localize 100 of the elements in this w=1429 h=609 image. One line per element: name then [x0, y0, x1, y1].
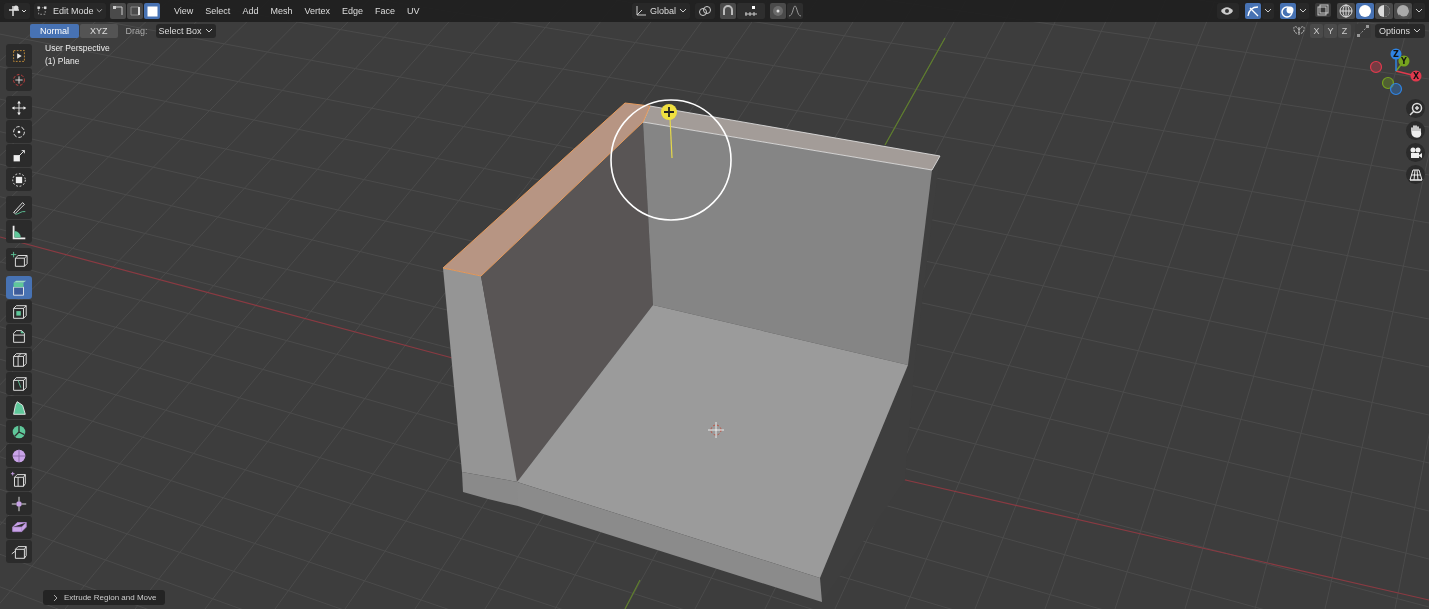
pan-button[interactable] — [1406, 121, 1425, 140]
tool-button[interactable] — [6, 168, 32, 191]
menu-item[interactable]: Select — [199, 3, 237, 19]
orientation-dropdown[interactable]: Global — [632, 3, 690, 19]
tool-button[interactable] — [6, 300, 32, 323]
view-perspective-label: User Perspective — [45, 43, 110, 53]
shading-mode-button[interactable] — [1337, 3, 1355, 19]
solid-sphere-icon — [1357, 3, 1373, 19]
tool-button[interactable] — [6, 348, 32, 371]
mirror-axis-toggle[interactable]: Z — [1337, 24, 1351, 38]
butterfly-icon — [1291, 24, 1306, 38]
shading-mode-button[interactable] — [1394, 3, 1412, 19]
merge-vertices-icon — [1355, 24, 1370, 38]
poly-build-icon — [10, 398, 28, 417]
drag-dropdown[interactable]: Select Box — [155, 24, 216, 38]
transform-icon — [10, 170, 28, 189]
shading-dropdown[interactable] — [1413, 3, 1425, 19]
xray-toggle[interactable] — [1315, 3, 1331, 17]
tool-button[interactable] — [6, 96, 32, 119]
edge-select-icon — [128, 3, 142, 19]
last-operator-panel[interactable]: Extrude Region and Move — [43, 590, 165, 605]
tool-button[interactable] — [6, 372, 32, 395]
edge-slide-icon — [10, 470, 28, 489]
overlapping-circles-icon — [1281, 4, 1295, 18]
tool-button[interactable] — [6, 420, 32, 443]
shaded-sphere-icon — [1376, 3, 1392, 19]
perspective-toggle-button[interactable] — [1406, 165, 1425, 184]
editor-type-button[interactable] — [4, 3, 30, 19]
tool-button[interactable] — [6, 248, 32, 271]
mesh-vertices-icon — [37, 5, 47, 17]
mode-dropdown[interactable]: Edit Mode — [34, 3, 106, 19]
caret-icon — [204, 28, 213, 34]
menu-item[interactable]: Face — [368, 3, 401, 19]
active-object-label: (1) Plane — [45, 56, 81, 66]
mirror-axis-toggle[interactable]: Y — [1323, 24, 1337, 38]
extrude-icon — [10, 278, 28, 297]
menu-item[interactable]: Edge — [335, 3, 369, 19]
menu-item[interactable]: Vertex — [298, 3, 336, 19]
menu-item[interactable]: UV — [400, 3, 426, 19]
add-cube-icon — [10, 250, 28, 269]
tool-button[interactable] — [6, 492, 32, 515]
magnet-icon — [721, 4, 735, 18]
editor-type-icon — [7, 4, 27, 18]
orientation-option[interactable]: XYZ — [80, 24, 118, 38]
linked-circles-icon — [698, 5, 712, 17]
select-mode-button[interactable] — [110, 3, 126, 19]
snap-target-dropdown[interactable] — [737, 3, 765, 19]
zoom-button[interactable] — [1406, 99, 1425, 118]
overlay-toggle[interactable] — [1280, 3, 1296, 19]
falloff-dropdown[interactable] — [787, 3, 803, 19]
falloff-curve-icon — [788, 5, 802, 17]
menu-item[interactable]: Add — [236, 3, 265, 19]
visibility-dropdown[interactable] — [1217, 3, 1239, 19]
tool-button[interactable] — [6, 144, 32, 167]
tool-button[interactable] — [6, 516, 32, 539]
orientation-option[interactable]: Normal — [30, 24, 79, 38]
grid-icon — [1408, 167, 1423, 182]
loop-cut-icon — [10, 350, 28, 369]
tool-button[interactable] — [6, 324, 32, 347]
menu-item[interactable]: View — [168, 3, 200, 19]
axes-icon — [635, 5, 647, 17]
shading-mode-button[interactable] — [1356, 3, 1374, 19]
tool-button[interactable] — [6, 396, 32, 419]
knife-cube-icon — [10, 374, 28, 393]
tool-button[interactable] — [6, 540, 32, 563]
tool-button[interactable] — [6, 196, 32, 219]
gizmo-dropdown[interactable] — [1262, 3, 1274, 19]
overlay-dropdown[interactable] — [1297, 3, 1309, 19]
pivot-dropdown[interactable] — [695, 3, 715, 19]
tool-button[interactable] — [6, 444, 32, 467]
tool-button[interactable] — [6, 468, 32, 491]
caret-icon — [1299, 8, 1307, 14]
gizmo-arrows-icon — [1246, 4, 1260, 18]
3d-cursor-icon — [707, 421, 725, 439]
drag-label: Drag: — [125, 26, 148, 36]
snap-toggle[interactable] — [720, 3, 736, 19]
rendered-sphere-icon — [1395, 3, 1411, 19]
proportional-edit-toggle[interactable] — [770, 3, 786, 19]
eye-pointer-icon — [1220, 5, 1236, 17]
select-mode-button[interactable] — [127, 3, 143, 19]
caret-icon — [1413, 28, 1421, 34]
caret-icon — [96, 8, 103, 14]
shrink-arrows-icon — [10, 494, 28, 513]
target-circle-icon — [772, 5, 784, 17]
tool-button[interactable] — [6, 220, 32, 243]
options-dropdown[interactable]: Options — [1374, 24, 1425, 38]
select-mode-button[interactable] — [144, 3, 160, 19]
mode-label: Edit Mode — [51, 6, 94, 16]
camera-view-button[interactable] — [1406, 143, 1425, 162]
gizmo-toggle[interactable] — [1245, 3, 1261, 19]
xray-squares-icon — [1316, 3, 1330, 17]
shading-mode-button[interactable] — [1375, 3, 1393, 19]
caret-icon — [679, 8, 687, 14]
hand-icon — [1408, 123, 1423, 138]
snap-increment-icon — [744, 4, 758, 18]
menu-item[interactable]: Mesh — [264, 3, 299, 19]
tool-button[interactable] — [6, 120, 32, 143]
inset-cube-icon — [10, 302, 28, 321]
mirror-axis-toggle[interactable]: X — [1309, 24, 1323, 38]
magnifier-icon — [1408, 101, 1423, 116]
